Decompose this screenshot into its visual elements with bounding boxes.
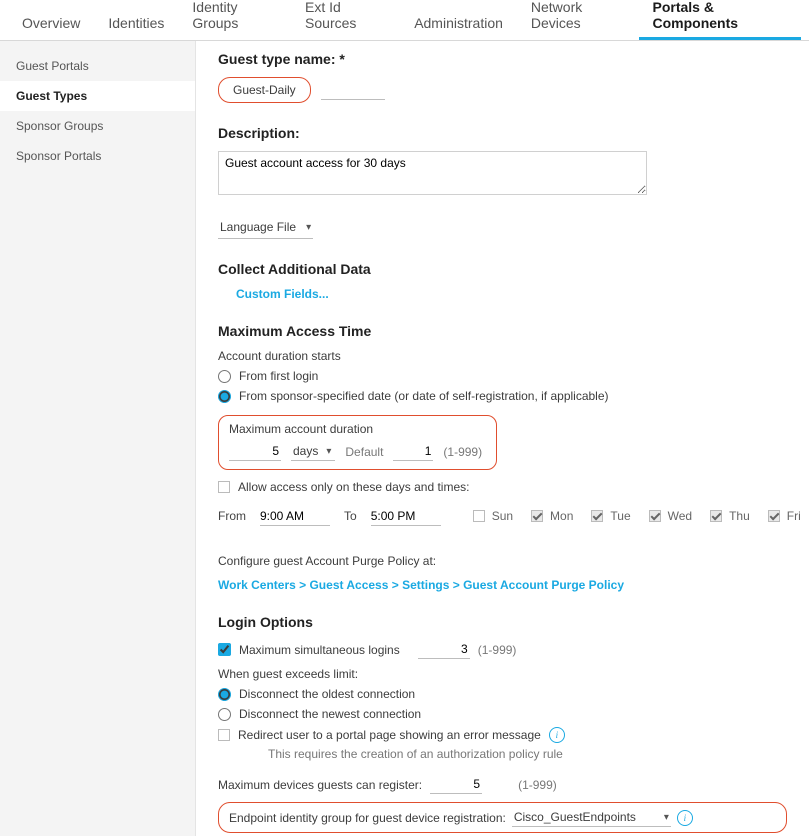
collect-additional-data-title: Collect Additional Data bbox=[218, 261, 787, 277]
day-sun[interactable]: Sun bbox=[469, 507, 513, 525]
max-account-duration-highlight: Maximum account duration days ▾ Default … bbox=[218, 415, 497, 470]
redirect-note: This requires the creation of an authori… bbox=[268, 747, 787, 761]
tab-portals-components[interactable]: Portals & Components bbox=[639, 0, 802, 40]
duration-unit-select[interactable]: days ▾ bbox=[291, 442, 335, 461]
day-mon[interactable]: Mon bbox=[527, 507, 573, 525]
endpoint-identity-group-highlight: Endpoint identity group for guest device… bbox=[218, 802, 787, 833]
to-label: To bbox=[344, 509, 357, 523]
max-devices-input[interactable] bbox=[430, 775, 482, 794]
chevron-down-icon: ▾ bbox=[664, 812, 669, 823]
language-file-select[interactable]: Language File ▾ bbox=[218, 216, 313, 239]
info-icon[interactable]: i bbox=[549, 727, 565, 743]
default-value-input[interactable] bbox=[393, 442, 433, 461]
description-textarea[interactable] bbox=[218, 151, 647, 195]
sidebar-item-guest-types[interactable]: Guest Types bbox=[0, 81, 195, 111]
sidebar: Guest Portals Guest Types Sponsor Groups… bbox=[0, 41, 196, 836]
day-wed[interactable]: Wed bbox=[645, 507, 692, 525]
duration-value-input[interactable] bbox=[229, 442, 281, 461]
tab-overview[interactable]: Overview bbox=[8, 5, 94, 40]
allow-access-only-checkbox[interactable]: Allow access only on these days and time… bbox=[218, 480, 787, 494]
radio-from-first-login[interactable]: From first login bbox=[218, 369, 787, 383]
tab-ext-id-sources[interactable]: Ext Id Sources bbox=[291, 0, 400, 40]
from-time-input[interactable] bbox=[260, 507, 330, 526]
day-thu[interactable]: Thu bbox=[706, 507, 750, 525]
guest-type-name-highlight: Guest-Daily bbox=[218, 77, 311, 103]
day-tue[interactable]: Tue bbox=[587, 507, 630, 525]
tab-identities[interactable]: Identities bbox=[94, 5, 178, 40]
from-label: From bbox=[218, 509, 246, 523]
max-sim-logins-checkbox[interactable]: Maximum simultaneous logins (1-999) bbox=[218, 640, 787, 659]
redirect-user-checkbox[interactable]: Redirect user to a portal page showing a… bbox=[218, 727, 787, 743]
max-devices-row: Maximum devices guests can register: (1-… bbox=[218, 775, 787, 794]
days-times-row: From To Sun Mon Tue Wed Thu Fri Sat + bbox=[218, 506, 787, 526]
guest-type-name-input[interactable] bbox=[321, 80, 385, 100]
to-time-input[interactable] bbox=[371, 507, 441, 526]
chevron-down-icon: ▾ bbox=[326, 446, 331, 457]
tab-identity-groups[interactable]: Identity Groups bbox=[178, 0, 291, 40]
description-label: Description: bbox=[218, 125, 787, 141]
sidebar-item-sponsor-portals[interactable]: Sponsor Portals bbox=[0, 141, 195, 171]
default-range: (1-999) bbox=[443, 445, 482, 459]
radio-disconnect-oldest[interactable]: Disconnect the oldest connection bbox=[218, 687, 787, 701]
info-icon[interactable]: i bbox=[677, 810, 693, 826]
default-label: Default bbox=[345, 445, 383, 459]
endpoint-identity-group-select[interactable]: Cisco_GuestEndpoints ▾ bbox=[512, 808, 671, 827]
max-access-time-title: Maximum Access Time bbox=[218, 323, 787, 339]
when-exceeds-label: When guest exceeds limit: bbox=[218, 667, 787, 681]
chevron-down-icon: ▾ bbox=[306, 222, 311, 233]
configure-purge-label: Configure guest Account Purge Policy at: bbox=[218, 554, 787, 568]
sidebar-item-sponsor-groups[interactable]: Sponsor Groups bbox=[0, 111, 195, 141]
login-options-title: Login Options bbox=[218, 614, 787, 630]
purge-policy-link[interactable]: Work Centers > Guest Access > Settings >… bbox=[218, 578, 624, 592]
tab-network-devices[interactable]: Network Devices bbox=[517, 0, 639, 40]
main-content: Guest type name: * Guest-Daily Descripti… bbox=[196, 41, 809, 836]
guest-type-name-value: Guest-Daily bbox=[233, 83, 296, 97]
max-sim-logins-input[interactable] bbox=[418, 640, 470, 659]
custom-fields-link[interactable]: Custom Fields... bbox=[236, 287, 329, 301]
endpoint-label: Endpoint identity group for guest device… bbox=[229, 811, 506, 825]
account-duration-starts-label: Account duration starts bbox=[218, 349, 787, 363]
top-tab-bar: Overview Identities Identity Groups Ext … bbox=[0, 0, 809, 41]
radio-from-sponsor[interactable]: From sponsor-specified date (or date of … bbox=[218, 389, 787, 403]
day-fri[interactable]: Fri bbox=[764, 507, 801, 525]
max-account-duration-label: Maximum account duration bbox=[229, 422, 482, 436]
tab-administration[interactable]: Administration bbox=[400, 5, 517, 40]
radio-disconnect-newest[interactable]: Disconnect the newest connection bbox=[218, 707, 787, 721]
guest-type-name-label: Guest type name: * bbox=[218, 51, 787, 67]
sidebar-item-guest-portals[interactable]: Guest Portals bbox=[0, 51, 195, 81]
